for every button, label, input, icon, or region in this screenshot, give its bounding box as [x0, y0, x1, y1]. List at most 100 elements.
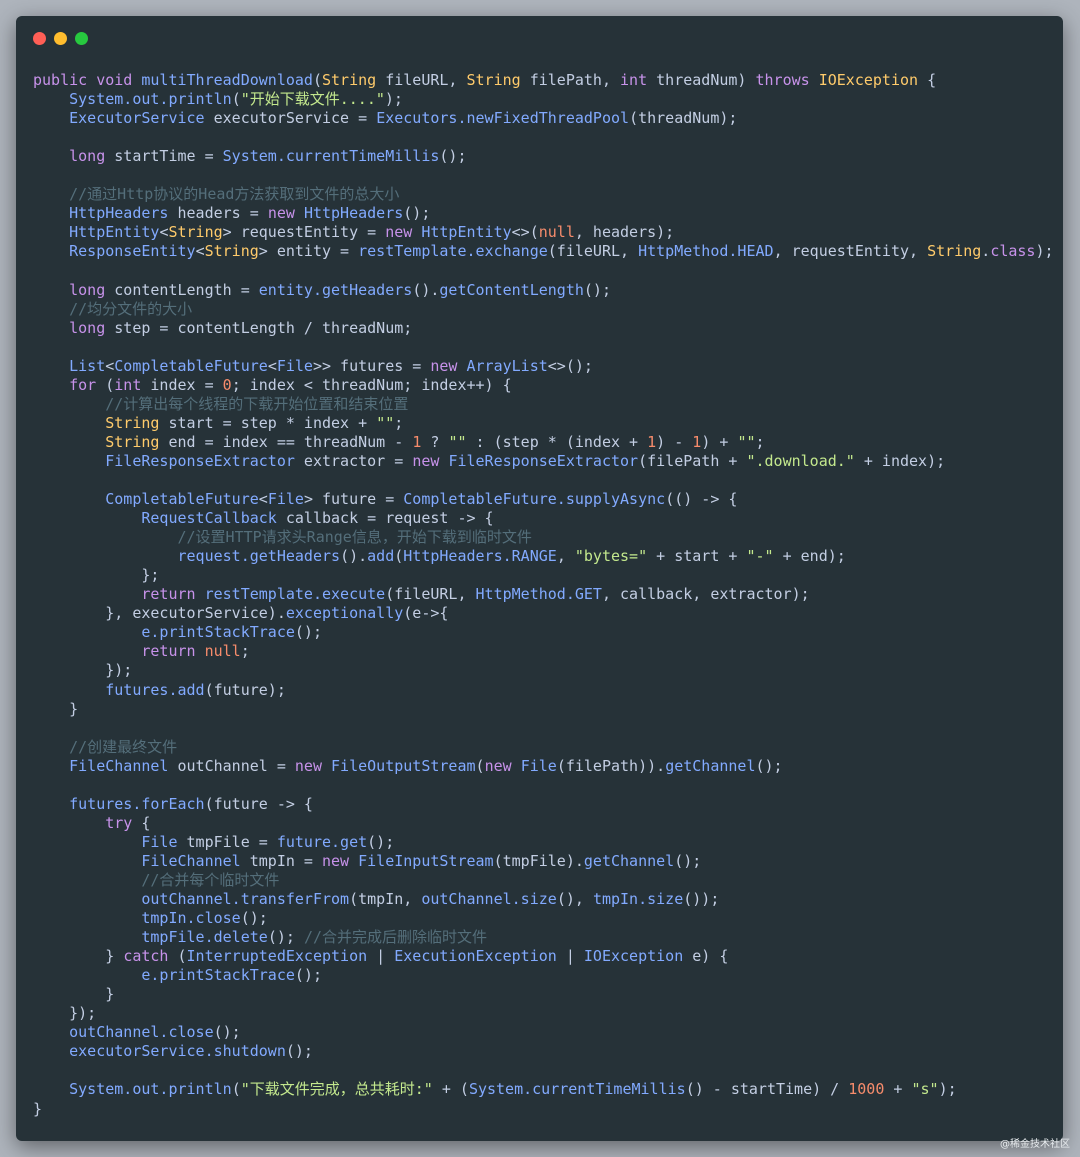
- code-token: tmpIn.size: [592, 890, 684, 909]
- code-token: 0: [222, 375, 232, 394]
- code-token: //均分文件的大小: [69, 299, 193, 318]
- code-token: new: [322, 851, 350, 870]
- code-token: (future -> {: [204, 794, 313, 813]
- code-token: add: [367, 547, 395, 566]
- code-line: long startTime = System.currentTimeMilli…: [33, 147, 1054, 166]
- code-token: HttpEntity: [69, 223, 160, 242]
- code-token: multiThreadDownload: [141, 71, 313, 89]
- code-token: ;: [394, 413, 404, 432]
- code-token: tmpFile.delete: [141, 928, 268, 947]
- code-line: tmpIn.close();: [33, 909, 1054, 928]
- code-line: CompletableFuture<File> future = Complet…: [33, 490, 1054, 509]
- code-token: index =: [141, 375, 223, 394]
- code-token: new: [412, 451, 440, 470]
- code-token: > future =: [303, 490, 404, 509]
- code-token: futures.forEach: [69, 794, 205, 813]
- code-token: : (step * (index +: [466, 432, 648, 451]
- code-token: ArrayList: [466, 356, 548, 375]
- code-token: (filePath +: [638, 451, 747, 470]
- code-token: String: [466, 71, 521, 89]
- code-line: //计算出每个线程的下载开始位置和结束位置: [33, 395, 1054, 414]
- minimize-dot-icon[interactable]: [54, 32, 67, 45]
- code-token: new: [484, 756, 512, 775]
- code-token: (: [475, 756, 485, 775]
- code-line: FileChannel outChannel = new FileOutputS…: [33, 757, 1054, 776]
- code-token: ();: [240, 909, 268, 928]
- code-line: for (int index = 0; index < threadNum; i…: [33, 376, 1054, 395]
- code-token: outChannel.size: [421, 890, 557, 909]
- code-line: };: [33, 566, 1054, 585]
- code-token: CompletableFuture: [114, 356, 268, 375]
- code-token: ResponseEntity: [69, 242, 196, 261]
- code-token: });: [33, 1004, 97, 1023]
- code-token: //合并完成后删除临时文件: [303, 928, 488, 947]
- code-line: }, executorService).exceptionally(e->{: [33, 604, 1054, 623]
- code-token: String: [105, 432, 160, 451]
- code-token: List: [69, 356, 106, 375]
- code-block[interactable]: public void multiThreadDownload(String f…: [33, 71, 1054, 1119]
- code-token: headers =: [168, 204, 268, 223]
- close-dot-icon[interactable]: [33, 32, 46, 45]
- code-token: FileResponseExtractor: [448, 451, 639, 470]
- code-token: ();: [367, 832, 395, 851]
- maximize-dot-icon[interactable]: [75, 32, 88, 45]
- code-token: ;: [755, 432, 765, 451]
- code-token: .: [981, 242, 991, 261]
- code-token: ();: [267, 928, 304, 947]
- code-line: FileChannel tmpIn = new FileInputStream(…: [33, 852, 1054, 871]
- code-line: public void multiThreadDownload(String f…: [33, 71, 1054, 90]
- code-token: <: [195, 242, 205, 261]
- code-token: "": [737, 432, 756, 451]
- code-token: "": [376, 413, 395, 432]
- code-line: String start = step * index + "";: [33, 414, 1054, 433]
- code-token: outChannel.close: [69, 1023, 214, 1042]
- code-token: <: [105, 356, 115, 375]
- code-token: |: [556, 947, 584, 966]
- code-token: () - startTime) /: [685, 1080, 849, 1099]
- code-token: <: [267, 356, 277, 375]
- code-line: });: [33, 1004, 1054, 1023]
- code-token: try: [105, 813, 133, 832]
- code-token: }: [33, 1099, 43, 1118]
- code-token: new: [385, 223, 413, 242]
- code-token: outChannel =: [168, 756, 295, 775]
- code-token: ();: [403, 204, 431, 223]
- code-token: catch: [123, 947, 169, 966]
- code-line: HttpEntity<String> requestEntity = new H…: [33, 223, 1054, 242]
- code-token: FileChannel: [69, 756, 169, 775]
- code-token: IOException: [583, 947, 684, 966]
- code-token: );: [1035, 242, 1054, 261]
- code-line: //设置HTTP请求头Range信息，开始下载到临时文件: [33, 528, 1054, 547]
- code-token: CompletableFuture.supplyAsync: [403, 490, 666, 509]
- code-line: return null;: [33, 642, 1054, 661]
- code-token: };: [33, 566, 160, 585]
- code-token: new: [267, 204, 295, 223]
- code-token: {: [132, 813, 151, 832]
- code-token: (: [231, 1080, 241, 1099]
- code-token: CompletableFuture: [105, 490, 259, 509]
- code-token: null: [538, 223, 575, 242]
- code-token: (() -> {: [665, 490, 738, 509]
- code-token: filePath,: [520, 71, 621, 89]
- code-token: (fileURL,: [547, 242, 639, 261]
- code-token: ?: [421, 432, 449, 451]
